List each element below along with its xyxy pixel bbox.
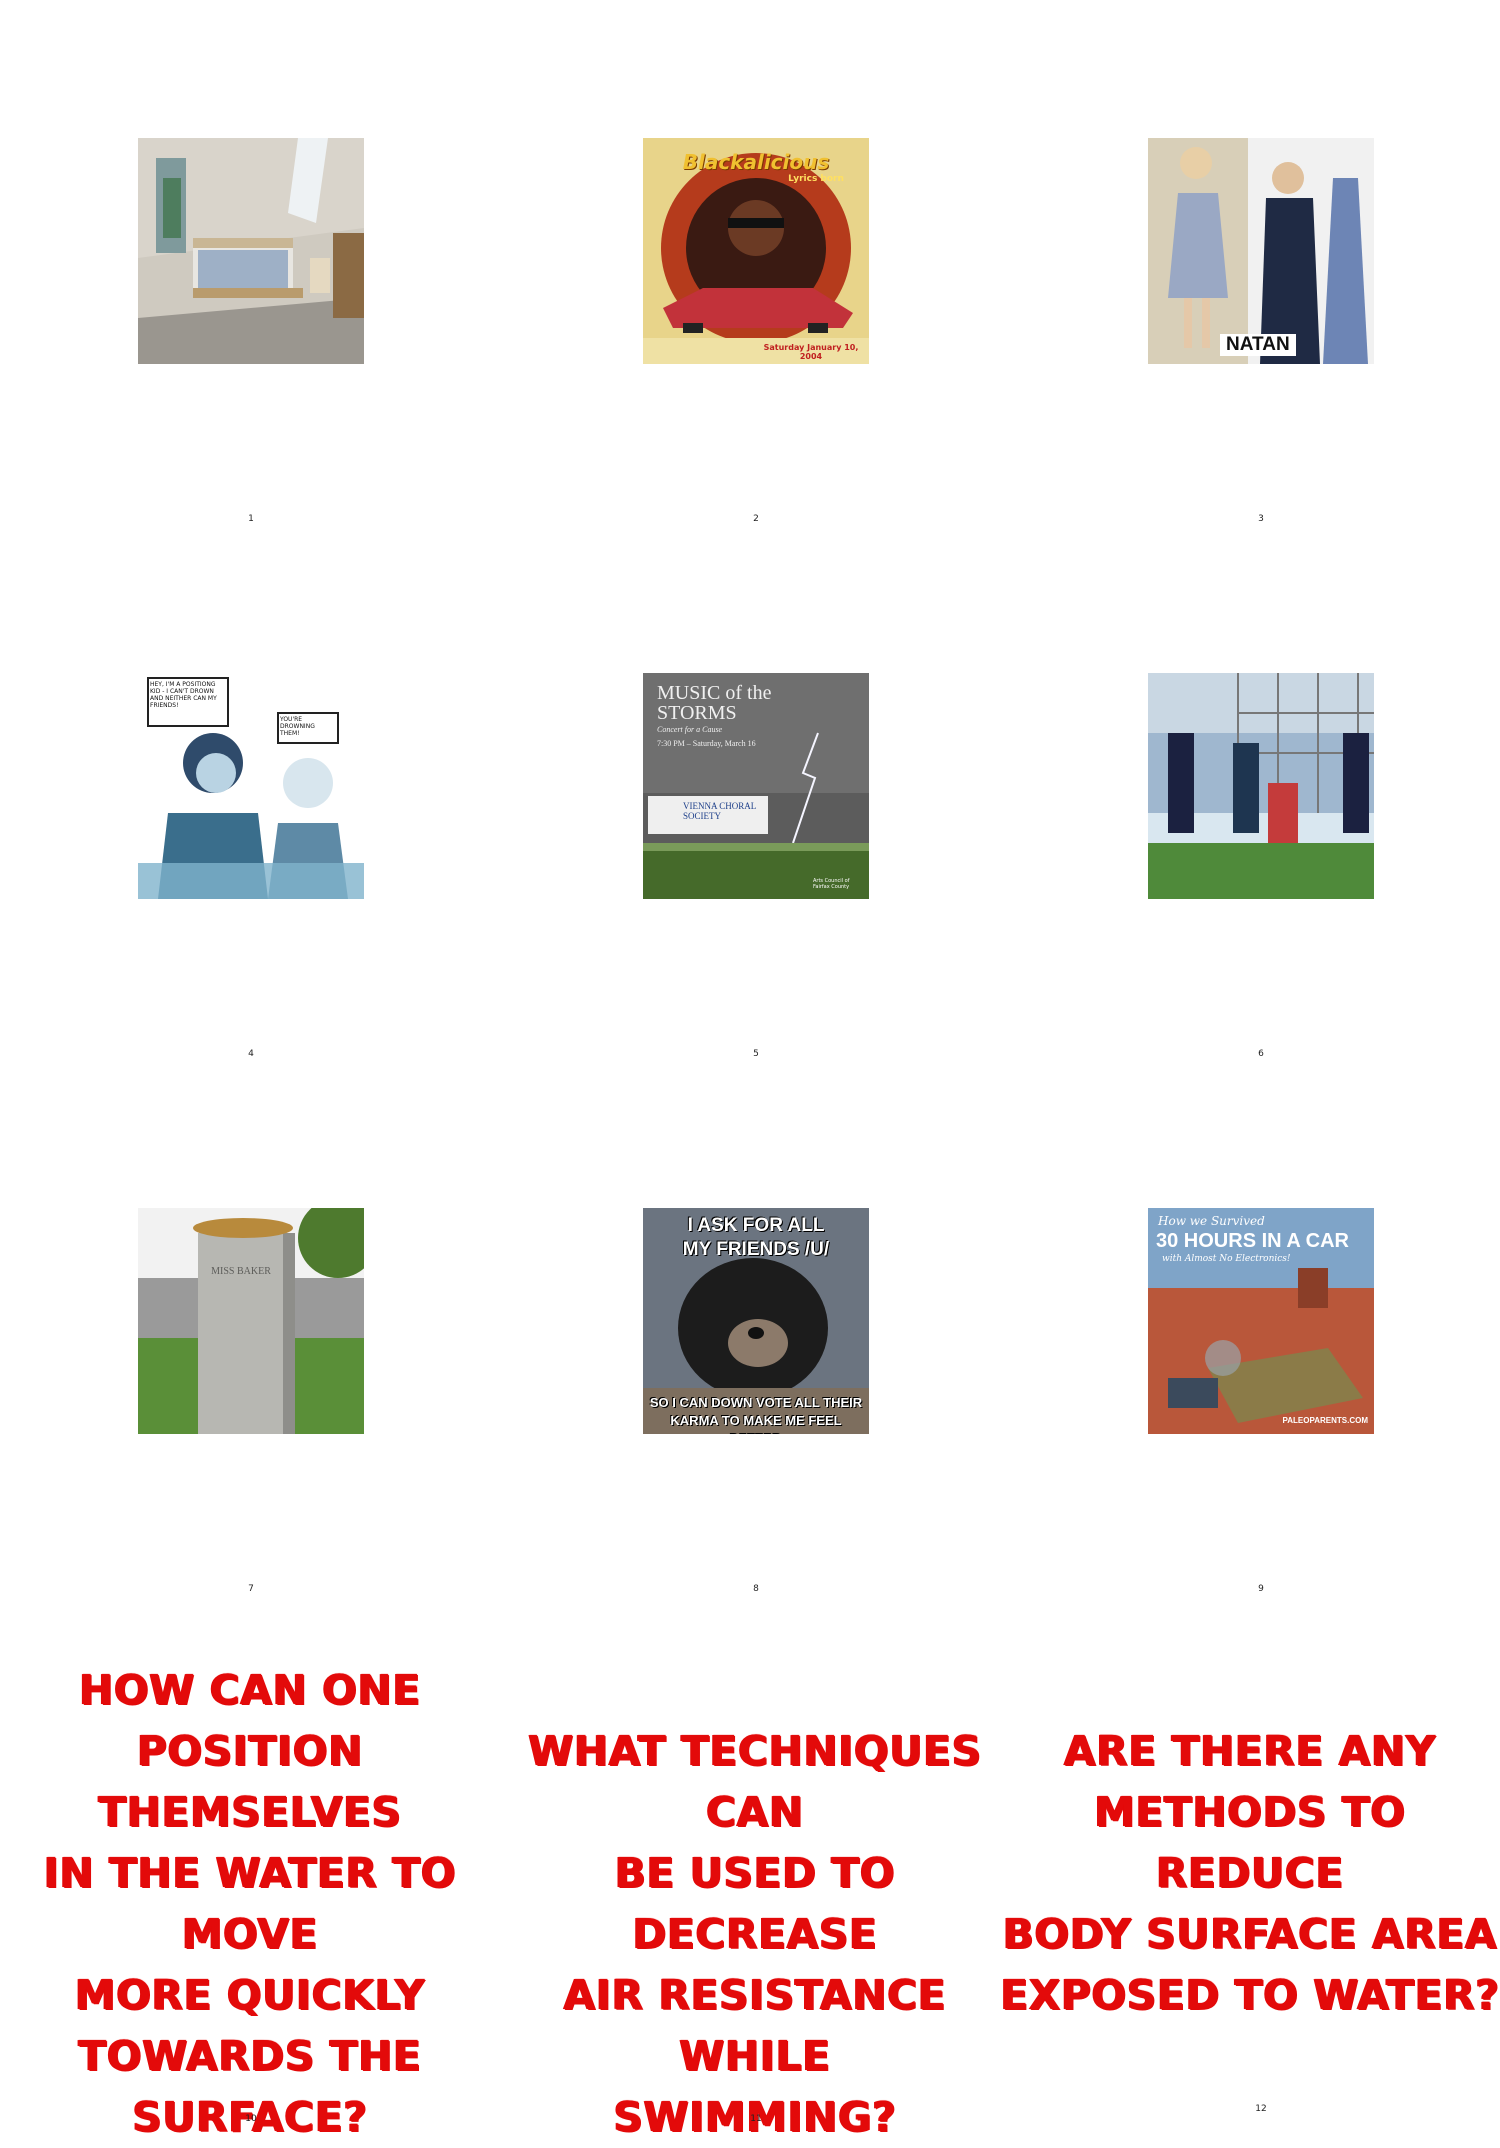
- question-number: 11: [750, 2114, 762, 2124]
- image-car-trip: How we Survived 30 HOURS IN A CAR with A…: [1148, 1208, 1374, 1434]
- brand-label: NATAN: [1220, 334, 1296, 356]
- poster-date: 7:30 PM – Saturday, March 16: [657, 739, 756, 748]
- site-watermark: PALEOPARENTS.COM: [1282, 1416, 1368, 1425]
- question-line: AIR RESISTANCE WHILE: [563, 1971, 947, 2080]
- image-number: 1: [248, 514, 254, 524]
- image-number: 7: [248, 1584, 254, 1594]
- question-line: ARE THERE ANY: [1064, 1727, 1436, 1775]
- image-concert-poster: Blackalicious Lyrics born Saturday Janua…: [643, 138, 869, 364]
- poster-subtitle: Concert for a Cause: [657, 725, 723, 734]
- question-line: MORE QUICKLY: [74, 1971, 426, 2019]
- question-line: WHAT TECHNIQUES CAN: [528, 1727, 982, 1836]
- question-11: WHAT TECHNIQUES CAN BE USED TO DECREASE …: [505, 1721, 1005, 2148]
- question-12: ARE THERE ANY METHODS TO REDUCE BODY SUR…: [1000, 1721, 1500, 2026]
- question-10: HOW CAN ONE POSITION THEMSELVES IN THE W…: [0, 1660, 500, 2148]
- question-line: BODY SURFACE AREA: [1002, 1910, 1498, 1958]
- image-meme: I ASK FOR ALL MY FRIENDS /U/ SO I CAN DO…: [643, 1208, 869, 1434]
- speech-bubble: YOU'RE DROWNING THEM!: [280, 716, 315, 737]
- image-music-poster: MUSIC of the STORMS Concert for a Cause …: [643, 673, 869, 899]
- speech-bubble: HEY, I'M A POSITIONG KID - I CAN'T DROWN…: [150, 681, 217, 709]
- image-football: [1148, 673, 1374, 899]
- image-number: 2: [753, 514, 759, 524]
- image-monument: MISS BAKER: [138, 1208, 364, 1434]
- image-comic: HEY, I'M A POSITIONG KID - I CAN'T DROWN…: [138, 673, 364, 899]
- question-line: TOWARDS THE: [78, 2032, 422, 2080]
- meme-top-text: I ASK FOR ALL MY FRIENDS /U/: [682, 1215, 830, 1260]
- question-number: 12: [1255, 2104, 1267, 2114]
- image-dress: NATAN: [1148, 138, 1374, 364]
- question-line: POSITION THEMSELVES: [98, 1727, 402, 1836]
- poster-caption: with Almost No Electronics!: [1162, 1254, 1291, 1264]
- image-number: 6: [1258, 1049, 1264, 1059]
- poster-title: Blackalicious: [682, 150, 830, 174]
- poster-title: MUSIC of the STORMS: [657, 682, 772, 724]
- question-line: METHODS TO REDUCE: [1094, 1788, 1406, 1897]
- poster-date: Saturday January 10, 2004: [763, 343, 859, 361]
- question-line: IN THE WATER TO MOVE: [43, 1849, 457, 1958]
- image-number: 8: [753, 1584, 759, 1594]
- image-number: 9: [1258, 1584, 1264, 1594]
- poster-org: VIENNA CHORAL SOCIETY: [683, 801, 756, 821]
- poster-subtitle: Lyrics born: [788, 174, 844, 184]
- poster-council: Arts Council of Fairfax County: [813, 878, 850, 890]
- image-number: 3: [1258, 514, 1264, 524]
- question-line: BE USED TO DECREASE: [614, 1849, 896, 1958]
- monument-inscription: MISS BAKER: [211, 1266, 271, 1277]
- meme-bottom-text: SO I CAN DOWN VOTE ALL THEIR KARMA TO MA…: [649, 1395, 863, 1434]
- question-number: 10: [245, 2114, 257, 2124]
- image-number: 5: [753, 1049, 759, 1059]
- image-bedroom: [138, 138, 364, 364]
- poster-caption: How we Survived: [1158, 1214, 1265, 1228]
- question-line: EXPOSED TO WATER?: [1000, 1971, 1500, 2019]
- question-line: HOW CAN ONE: [79, 1666, 421, 1714]
- image-number: 4: [248, 1049, 254, 1059]
- poster-title: 30 HOURS IN A CAR: [1156, 1230, 1349, 1252]
